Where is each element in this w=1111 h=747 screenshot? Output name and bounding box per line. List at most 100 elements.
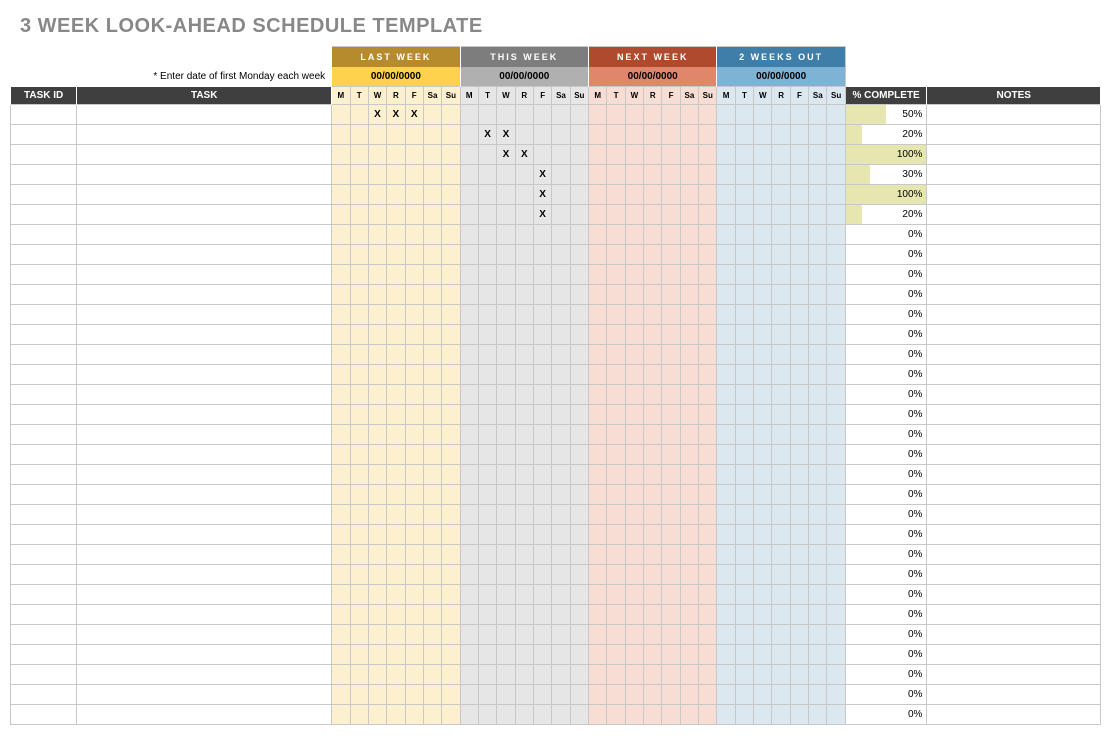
day-cell[interactable] bbox=[533, 605, 551, 625]
day-cell[interactable] bbox=[478, 705, 496, 725]
day-cell[interactable] bbox=[368, 485, 386, 505]
day-cell[interactable] bbox=[827, 165, 845, 185]
day-cell[interactable] bbox=[644, 685, 662, 705]
day-cell[interactable] bbox=[423, 505, 441, 525]
day-cell[interactable] bbox=[754, 265, 772, 285]
pct-complete-cell[interactable]: 0% bbox=[845, 505, 927, 525]
day-cell[interactable] bbox=[460, 245, 478, 265]
day-cell[interactable] bbox=[680, 485, 698, 505]
day-cell[interactable] bbox=[735, 545, 753, 565]
task-name-cell[interactable] bbox=[77, 225, 332, 245]
day-cell[interactable] bbox=[368, 645, 386, 665]
notes-cell[interactable] bbox=[927, 625, 1101, 645]
day-cell[interactable] bbox=[589, 205, 607, 225]
day-cell[interactable] bbox=[735, 205, 753, 225]
day-cell[interactable] bbox=[607, 425, 625, 445]
day-cell[interactable] bbox=[680, 565, 698, 585]
task-name-cell[interactable] bbox=[77, 345, 332, 365]
day-cell[interactable] bbox=[460, 705, 478, 725]
day-cell[interactable] bbox=[625, 525, 643, 545]
day-cell[interactable] bbox=[607, 645, 625, 665]
day-cell[interactable] bbox=[405, 405, 423, 425]
task-id-cell[interactable] bbox=[11, 385, 77, 405]
day-cell[interactable] bbox=[662, 685, 680, 705]
pct-complete-cell[interactable]: 0% bbox=[845, 325, 927, 345]
day-cell[interactable] bbox=[570, 425, 588, 445]
day-cell[interactable] bbox=[497, 345, 515, 365]
day-cell[interactable] bbox=[350, 545, 368, 565]
day-cell[interactable] bbox=[607, 505, 625, 525]
day-cell[interactable] bbox=[570, 345, 588, 365]
day-cell[interactable] bbox=[607, 325, 625, 345]
day-cell[interactable] bbox=[552, 285, 570, 305]
day-cell[interactable] bbox=[589, 405, 607, 425]
day-cell[interactable] bbox=[754, 445, 772, 465]
day-cell[interactable] bbox=[589, 685, 607, 705]
day-cell[interactable] bbox=[809, 225, 827, 245]
day-cell[interactable] bbox=[387, 605, 405, 625]
day-cell[interactable] bbox=[754, 365, 772, 385]
day-cell[interactable] bbox=[735, 145, 753, 165]
day-cell[interactable] bbox=[717, 705, 735, 725]
day-cell[interactable] bbox=[772, 605, 790, 625]
day-cell[interactable] bbox=[589, 145, 607, 165]
day-cell[interactable] bbox=[809, 345, 827, 365]
day-cell[interactable] bbox=[699, 645, 717, 665]
day-cell[interactable] bbox=[478, 365, 496, 385]
pct-complete-cell[interactable]: 0% bbox=[845, 225, 927, 245]
day-cell[interactable] bbox=[827, 245, 845, 265]
day-cell[interactable] bbox=[368, 665, 386, 685]
day-cell[interactable] bbox=[589, 125, 607, 145]
day-cell[interactable] bbox=[735, 365, 753, 385]
pct-complete-cell[interactable]: 0% bbox=[845, 405, 927, 425]
day-cell[interactable] bbox=[827, 645, 845, 665]
task-name-cell[interactable] bbox=[77, 265, 332, 285]
day-cell[interactable] bbox=[680, 385, 698, 405]
day-cell[interactable] bbox=[607, 685, 625, 705]
day-cell[interactable] bbox=[350, 385, 368, 405]
day-cell[interactable] bbox=[754, 305, 772, 325]
day-cell[interactable] bbox=[442, 705, 460, 725]
day-cell[interactable] bbox=[497, 285, 515, 305]
day-cell[interactable] bbox=[662, 205, 680, 225]
day-cell[interactable] bbox=[717, 305, 735, 325]
day-cell[interactable] bbox=[460, 225, 478, 245]
day-cell[interactable] bbox=[515, 285, 533, 305]
day-cell[interactable] bbox=[790, 225, 808, 245]
day-cell[interactable] bbox=[332, 445, 350, 465]
task-id-cell[interactable] bbox=[11, 705, 77, 725]
day-cell[interactable] bbox=[368, 705, 386, 725]
day-cell[interactable] bbox=[662, 365, 680, 385]
day-cell[interactable] bbox=[478, 445, 496, 465]
day-cell[interactable] bbox=[442, 185, 460, 205]
day-cell[interactable] bbox=[368, 525, 386, 545]
task-id-cell[interactable] bbox=[11, 185, 77, 205]
day-cell[interactable] bbox=[368, 625, 386, 645]
day-cell[interactable] bbox=[827, 405, 845, 425]
task-id-cell[interactable] bbox=[11, 485, 77, 505]
day-cell[interactable] bbox=[772, 625, 790, 645]
day-cell[interactable] bbox=[589, 165, 607, 185]
day-cell[interactable] bbox=[735, 345, 753, 365]
day-cell[interactable] bbox=[680, 665, 698, 685]
day-cell[interactable] bbox=[552, 205, 570, 225]
day-cell[interactable] bbox=[515, 625, 533, 645]
pct-complete-cell[interactable]: 0% bbox=[845, 705, 927, 725]
day-cell[interactable] bbox=[827, 545, 845, 565]
day-cell[interactable] bbox=[809, 545, 827, 565]
day-cell[interactable] bbox=[735, 325, 753, 345]
day-cell[interactable]: X bbox=[405, 105, 423, 125]
day-cell[interactable] bbox=[625, 285, 643, 305]
day-cell[interactable] bbox=[809, 605, 827, 625]
day-cell[interactable] bbox=[699, 145, 717, 165]
day-cell[interactable] bbox=[515, 125, 533, 145]
day-cell[interactable] bbox=[809, 485, 827, 505]
day-cell[interactable] bbox=[423, 245, 441, 265]
day-cell[interactable] bbox=[589, 225, 607, 245]
day-cell[interactable] bbox=[460, 165, 478, 185]
day-cell[interactable] bbox=[460, 285, 478, 305]
day-cell[interactable] bbox=[350, 485, 368, 505]
day-cell[interactable] bbox=[735, 605, 753, 625]
day-cell[interactable] bbox=[387, 245, 405, 265]
day-cell[interactable] bbox=[442, 505, 460, 525]
